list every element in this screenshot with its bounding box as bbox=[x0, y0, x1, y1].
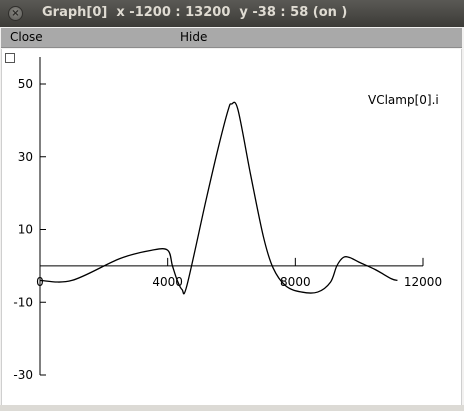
y-tick-label: -30 bbox=[13, 368, 33, 382]
ticks-group: 503010-10-300 4000 8000 12000 bbox=[13, 77, 442, 382]
window-bottom-edge bbox=[0, 405, 464, 411]
graph-window: × Graph[0] x -1200 : 13200 y -38 : 58 (o… bbox=[0, 0, 464, 411]
trace-label: VClamp[0].i bbox=[368, 93, 439, 107]
window-close-icon[interactable]: × bbox=[8, 6, 23, 21]
graph-canvas[interactable]: 50 30 10 -10 -30 0 4000 8000 12000 VClamp[0].i bbox=[1, 49, 462, 405]
plot-svg: 503010-10-300 4000 8000 12000 VClamp[0].i bbox=[13, 57, 442, 382]
hide-menu-button[interactable]: Hide bbox=[180, 30, 207, 44]
x-tick-label: 0 bbox=[36, 275, 44, 289]
y-tick-label: 30 bbox=[18, 150, 33, 164]
y-tick-label: 10 bbox=[18, 223, 33, 237]
y-tick-label: -10 bbox=[13, 295, 33, 309]
close-menu-button[interactable]: Close bbox=[10, 30, 43, 44]
title-bar[interactable]: × Graph[0] x -1200 : 13200 y -38 : 58 (o… bbox=[0, 0, 464, 27]
axes-group bbox=[39, 57, 423, 375]
x-tick-label: 8000 bbox=[280, 275, 311, 289]
series-group bbox=[39, 101, 398, 295]
menu-bar: Close Hide bbox=[1, 28, 462, 48]
window-title: Graph[0] x -1200 : 13200 y -38 : 58 (on … bbox=[42, 5, 348, 20]
graph-menu-checkbox[interactable] bbox=[5, 53, 15, 63]
y-tick-label: 50 bbox=[18, 77, 33, 91]
x-tick-label: 12000 bbox=[404, 275, 442, 289]
series-line-vclamp bbox=[39, 101, 398, 295]
